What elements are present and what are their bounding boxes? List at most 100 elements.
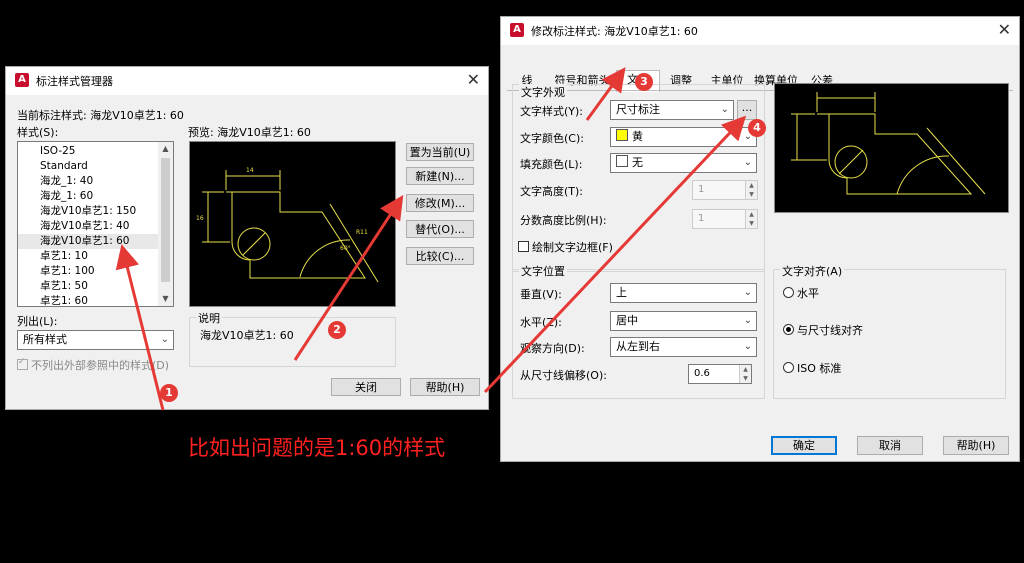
cancel-button[interactable]: 取消: [857, 436, 923, 455]
fill-color-value: 无: [632, 156, 643, 169]
window-title: 标注样式管理器: [36, 75, 113, 88]
autocad-app-icon: A: [510, 23, 524, 37]
dimension-preview-drawing: 14 16 R11 60°: [196, 167, 379, 283]
text-placement-label: 文字位置: [519, 263, 567, 279]
style-preview-canvas: [774, 83, 1009, 213]
close-icon[interactable]: ✕: [998, 20, 1011, 40]
alignment-option-label: 水平: [797, 287, 819, 300]
svg-text:14: 14: [246, 167, 254, 174]
title-bar: A 修改标注样式: 海龙V10卓艺1: 60 ✕: [501, 17, 1019, 45]
alignment-option-label: ISO 标准: [797, 362, 842, 375]
color-swatch: [616, 129, 628, 141]
vertical-value: 上: [616, 286, 627, 299]
preview-label: 预览: 海龙V10卓艺1: 60: [188, 126, 311, 139]
style-list-item[interactable]: 卓艺1: 60: [18, 294, 173, 306]
draw-frame-label: 绘制文字边框(F): [532, 241, 613, 254]
style-list-item[interactable]: ISO-25: [18, 144, 173, 159]
fraction-scale-label: 分数高度比例(H):: [520, 214, 607, 227]
exclude-xref-checkbox[interactable]: 不列出外部参照中的样式(D): [17, 357, 169, 373]
help-button[interactable]: 帮助(H): [943, 436, 1009, 455]
style-list-item[interactable]: Standard: [18, 159, 173, 174]
offset-spinner[interactable]: 0.6 ▲ ▼: [688, 364, 752, 384]
vertical-label: 垂直(V):: [520, 288, 562, 301]
override-button[interactable]: 替代(O)...: [406, 220, 474, 238]
spinner-arrows-icon[interactable]: ▲ ▼: [745, 181, 757, 199]
style-list-item[interactable]: 卓艺1: 100: [18, 264, 173, 279]
close-icon[interactable]: ✕: [467, 70, 480, 90]
radio-icon: [783, 287, 794, 298]
checkbox-icon: [518, 241, 529, 252]
dimension-style-manager-dialog: A 标注样式管理器 ✕ 当前标注样式: 海龙V10卓艺1: 60 样式(S): …: [5, 66, 489, 410]
badge-4: 4: [748, 119, 766, 137]
modify-button[interactable]: 修改(M)...: [406, 194, 474, 212]
style-list-item[interactable]: 海龙V10卓艺1: 40: [18, 219, 173, 234]
scroll-up-icon[interactable]: ▲: [158, 142, 173, 156]
offset-label: 从尺寸线偏移(O):: [520, 369, 607, 382]
badge-1: 1: [160, 384, 178, 402]
svg-text:R11: R11: [356, 229, 368, 236]
spinner-arrows-icon[interactable]: ▲ ▼: [739, 365, 751, 383]
text-style-value: 尺寸标注: [616, 103, 660, 116]
styles-listbox[interactable]: ISO-25 Standard 海龙_1: 40 海龙_1: 60 海龙V10卓艺1: …: [17, 141, 174, 307]
fill-color-label: 填充颜色(L):: [520, 158, 583, 171]
window-title: 修改标注样式: 海龙V10卓艺1: 60: [531, 25, 698, 38]
current-style-label: 当前标注样式: 海龙V10卓艺1: 60: [17, 109, 184, 122]
alignment-radio-0[interactable]: 水平: [783, 285, 819, 301]
checkbox-icon: [17, 357, 28, 370]
draw-frame-checkbox[interactable]: 绘制文字边框(F): [518, 239, 613, 255]
style-list-item[interactable]: 卓艺1: 50: [18, 279, 173, 294]
style-list-item[interactable]: 海龙V10卓艺1: 60: [18, 234, 173, 249]
text-color-select[interactable]: 黄 ⌄: [610, 127, 757, 147]
styles-scrollbar[interactable]: ▲ ▼: [158, 142, 173, 306]
title-bar: A 标注样式管理器 ✕: [6, 67, 488, 95]
dimension-preview-drawing: [791, 92, 986, 195]
text-style-label: 文字样式(Y):: [520, 105, 584, 118]
chevron-down-icon: ⌄: [160, 334, 169, 345]
ok-button[interactable]: 确定: [771, 436, 837, 455]
fraction-scale-spinner[interactable]: 1 ▲ ▼: [692, 209, 758, 229]
spinner-arrows-icon[interactable]: ▲ ▼: [745, 210, 757, 228]
text-appearance-label: 文字外观: [519, 84, 567, 100]
list-label: 列出(L):: [17, 315, 58, 328]
compare-button[interactable]: 比较(C)...: [406, 247, 474, 265]
chevron-down-icon: ⌄: [743, 157, 752, 168]
autocad-app-icon: A: [15, 73, 29, 87]
help-button[interactable]: 帮助(H): [410, 378, 480, 396]
view-direction-value: 从左到右: [616, 340, 660, 353]
annotation-caption: 比如出问题的是1:60的样式: [188, 436, 446, 460]
fill-swatch: [616, 155, 628, 167]
list-filter-select[interactable]: 所有样式 ⌄: [17, 330, 174, 350]
scroll-thumb[interactable]: [161, 158, 170, 282]
text-style-select[interactable]: 尺寸标注 ⌄: [610, 100, 734, 120]
alignment-radio-2[interactable]: ISO 标准: [783, 360, 841, 376]
fill-color-select[interactable]: 无 ⌄: [610, 153, 757, 173]
style-list-item[interactable]: 卓艺1: 10: [18, 249, 173, 264]
text-height-spinner[interactable]: 1 ▲ ▼: [692, 180, 758, 200]
styles-label: 样式(S):: [17, 126, 59, 139]
text-height-label: 文字高度(T):: [520, 185, 584, 198]
close-button[interactable]: 关闭: [331, 378, 401, 396]
style-list-item[interactable]: 海龙V10卓艺1: 150: [18, 204, 173, 219]
svg-text:60°: 60°: [340, 245, 351, 252]
exclude-xref-label: 不列出外部参照中的样式(D): [31, 359, 170, 372]
alignment-option-label: 与尺寸线对齐: [797, 324, 863, 337]
style-list-item[interactable]: 海龙_1: 40: [18, 174, 173, 189]
modify-dimension-style-dialog: A 修改标注样式: 海龙V10卓艺1: 60 ✕ 线符号和箭头文字调整主单位换算…: [500, 16, 1020, 462]
description-group: 说明 海龙V10卓艺1: 60: [189, 310, 396, 367]
alignment-radio-1[interactable]: 与尺寸线对齐: [783, 322, 863, 338]
vertical-select[interactable]: 上 ⌄: [610, 283, 757, 303]
view-direction-select[interactable]: 从左到右 ⌄: [610, 337, 757, 357]
chevron-down-icon: ⌄: [720, 104, 729, 115]
description-label: 说明: [196, 310, 222, 326]
radio-icon: [783, 362, 794, 373]
preview-canvas: 14 16 R11 60°: [189, 141, 396, 307]
text-style-browse-button[interactable]: ...: [737, 100, 757, 120]
new-button[interactable]: 新建(N)...: [406, 167, 474, 185]
set-current-button[interactable]: 置为当前(U): [406, 143, 474, 161]
view-direction-label: 观察方向(D):: [520, 342, 585, 355]
scroll-down-icon[interactable]: ▼: [158, 292, 173, 306]
horizontal-select[interactable]: 居中 ⌄: [610, 311, 757, 331]
offset-value: 0.6: [694, 368, 710, 379]
style-list-item[interactable]: 海龙_1: 60: [18, 189, 173, 204]
description-text: 海龙V10卓艺1: 60: [200, 329, 294, 342]
